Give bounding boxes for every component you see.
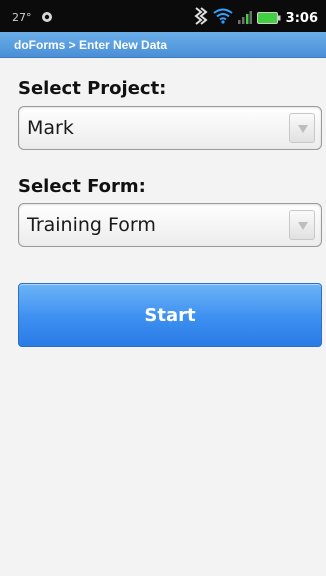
start-button[interactable]: Start bbox=[18, 283, 322, 347]
clock-text: 3:06 bbox=[285, 10, 318, 26]
project-select-value: Mark bbox=[27, 117, 74, 139]
select-form-label: Select Form: bbox=[18, 176, 146, 197]
form-select-value: Training Form bbox=[27, 214, 156, 236]
chevron-down-icon[interactable] bbox=[289, 113, 315, 143]
weather-icon bbox=[40, 8, 54, 27]
start-button-label: Start bbox=[144, 304, 196, 326]
select-project-label: Select Project: bbox=[18, 78, 167, 99]
wifi-icon bbox=[213, 8, 233, 28]
breadcrumb: doForms > Enter New Data bbox=[14, 38, 168, 52]
status-left: 27° bbox=[12, 8, 54, 27]
vibrate-icon bbox=[194, 7, 208, 29]
temperature-text: 27° bbox=[12, 11, 32, 24]
form-select[interactable]: Training Form bbox=[18, 203, 322, 247]
status-right: 3:06 bbox=[194, 7, 318, 29]
signal-icon bbox=[237, 9, 252, 28]
project-select[interactable]: Mark bbox=[18, 106, 322, 150]
battery-icon bbox=[256, 9, 281, 28]
title-bar: doForms > Enter New Data bbox=[0, 32, 326, 58]
status-bar: 27° 3:06 bbox=[0, 0, 326, 32]
chevron-down-icon[interactable] bbox=[289, 210, 315, 240]
